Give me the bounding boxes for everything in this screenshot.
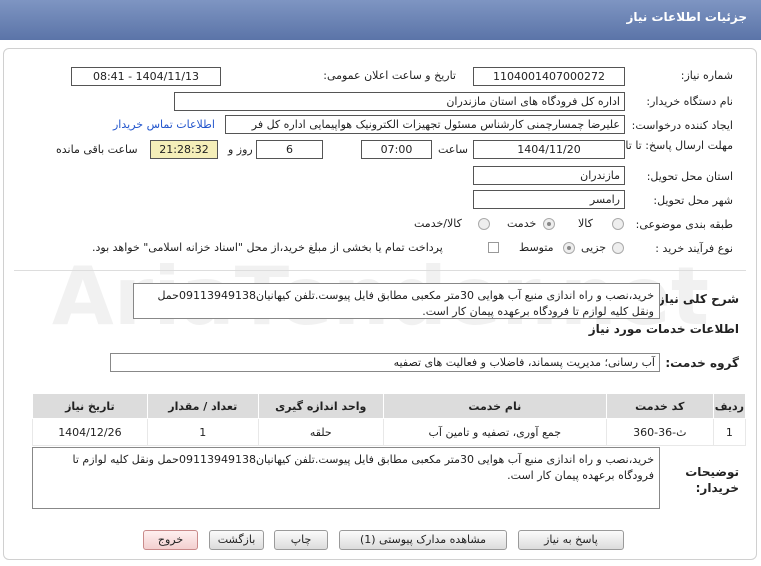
- city-field: رامسر: [473, 190, 625, 209]
- need-number-field: 1104001407000272: [473, 67, 625, 86]
- col-need-date: تاریخ نیاز: [32, 393, 148, 419]
- process-radio-minor[interactable]: [612, 242, 624, 254]
- cell-quantity: 1: [146, 418, 259, 446]
- city-label: شهر محل تحویل:: [653, 194, 733, 207]
- reply-button[interactable]: پاسخ به نیاز: [518, 530, 624, 550]
- view-attachments-button[interactable]: مشاهده مدارک پیوستی (1): [339, 530, 507, 550]
- process-label: نوع فرآیند خرید :: [655, 242, 733, 255]
- col-unit: واحد اندازه گیری: [257, 393, 384, 419]
- cell-row: 1: [712, 418, 747, 446]
- buyer-contact-link[interactable]: اطلاعات تماس خریدار: [113, 118, 215, 131]
- col-quantity: تعداد / مقدار: [146, 393, 259, 419]
- process-radio-medium[interactable]: [563, 242, 575, 254]
- process-option-minor: جزیی: [581, 241, 607, 254]
- col-service-code: کد خدمت: [605, 393, 714, 419]
- category-option-goods-service: کالا/خدمت: [414, 217, 462, 230]
- category-option-service: خدمت: [507, 217, 537, 230]
- creator-field: علیرضا چمسارچمنی کارشناس مسئول تجهیزات ا…: [225, 115, 625, 134]
- buyer-notes-textarea[interactable]: خرید،نصب و راه اندازی منبع آب هوایی 30مت…: [32, 447, 660, 509]
- services-table: ردیف کد خدمت نام خدمت واحد اندازه گیری ت…: [32, 393, 747, 446]
- category-label: طبقه بندی موضوعی:: [635, 218, 733, 231]
- col-row: ردیف: [712, 393, 747, 419]
- service-group-label: گروه خدمت:: [665, 356, 739, 370]
- remaining-time-field: 21:28:32: [150, 140, 218, 159]
- divider: [14, 270, 746, 271]
- buyer-org-label: نام دستگاه خریدار:: [646, 95, 733, 108]
- buyer-notes-label: توضیحات خریدار:: [685, 465, 739, 495]
- province-field: مازندران: [473, 166, 625, 185]
- cell-service-code: ث-36-360: [605, 418, 714, 446]
- category-option-goods: کالا: [578, 217, 593, 230]
- category-radio-goods[interactable]: [612, 218, 624, 230]
- summary-label: شرح کلی نیاز:: [653, 292, 739, 306]
- cell-need-date: 1404/12/26: [32, 418, 148, 446]
- need-number-label: شماره نیاز:: [680, 69, 733, 82]
- category-radio-goods-service[interactable]: [478, 218, 490, 230]
- deadline-date-field: 1404/11/20: [473, 140, 625, 159]
- services-section-title: اطلاعات خدمات مورد نیاز: [588, 322, 739, 336]
- treasury-note: پرداخت تمام یا بخشی از مبلغ خرید،از محل …: [92, 241, 443, 254]
- deadline-time-label: ساعت: [438, 143, 468, 156]
- back-button[interactable]: بازگشت: [209, 530, 264, 550]
- cell-unit: حلقه: [257, 418, 384, 446]
- summary-textarea[interactable]: خرید،نصب و راه اندازی منبع آب هوایی 30مت…: [133, 283, 660, 319]
- page-title: جزئیات اطلاعات نیاز: [626, 10, 747, 24]
- announce-datetime-field: 1404/11/13 - 08:41: [71, 67, 221, 86]
- deadline-time-field: 07:00: [361, 140, 432, 159]
- print-button[interactable]: چاپ: [274, 530, 328, 550]
- table-row: 1 ث-36-360 جمع آوری، تصفیه و تامین آب حل…: [32, 418, 747, 446]
- service-group-field: آب رسانی؛ مدیریت پسماند، فاضلاب و فعالیت…: [110, 353, 660, 372]
- cell-service-name: جمع آوری، تصفیه و تامین آب: [382, 418, 607, 446]
- process-option-medium: متوسط: [519, 241, 554, 254]
- creator-label: ایجاد کننده درخواست:: [631, 119, 733, 132]
- category-radio-service[interactable]: [543, 218, 555, 230]
- exit-button[interactable]: خروج: [143, 530, 198, 550]
- province-label: استان محل تحویل:: [646, 170, 733, 183]
- title-bar: جزئیات اطلاعات نیاز: [0, 0, 761, 40]
- remaining-time-label: ساعت باقی مانده: [56, 143, 138, 156]
- days-label: روز و: [228, 143, 253, 156]
- col-service-name: نام خدمت: [382, 393, 607, 419]
- announce-datetime-label: تاریخ و ساعت اعلان عمومی:: [323, 69, 456, 82]
- days-field: 6: [256, 140, 323, 159]
- buyer-org-field: اداره کل فرودگاه های استان مازندران: [174, 92, 625, 111]
- treasury-checkbox[interactable]: [488, 242, 499, 253]
